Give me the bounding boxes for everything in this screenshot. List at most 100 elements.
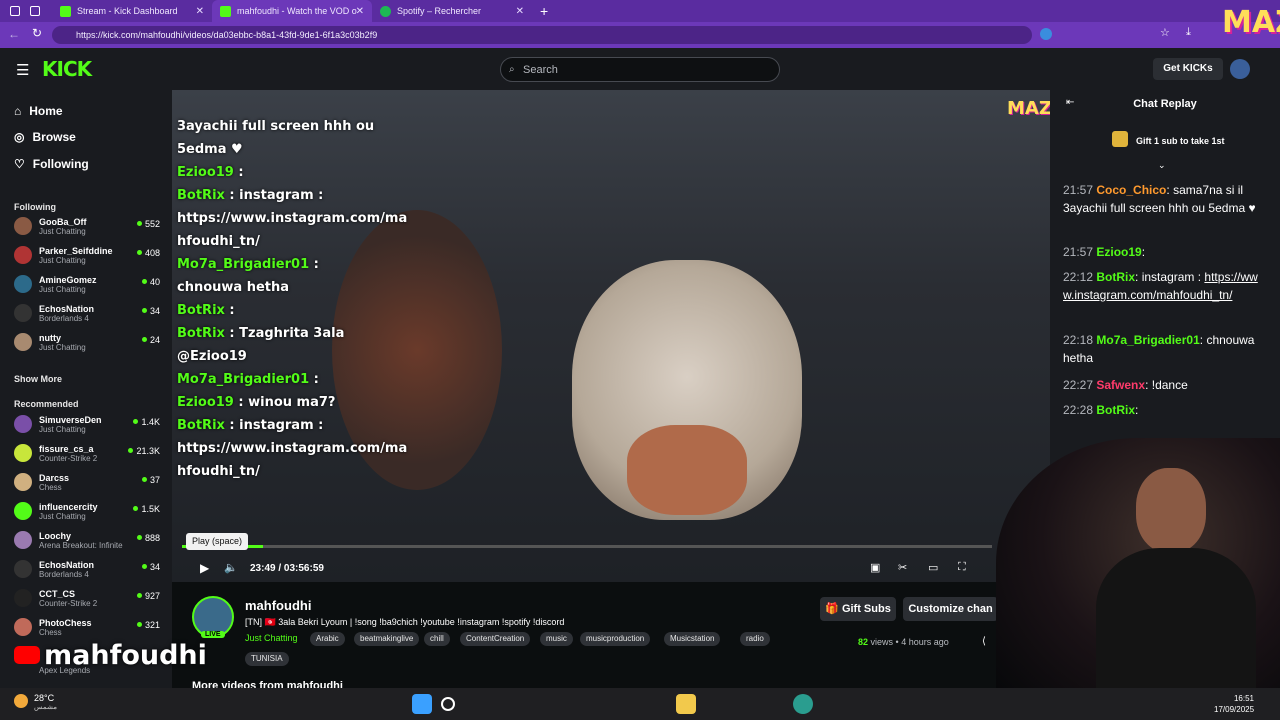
get-kicks-button[interactable]: Get KICKs <box>1153 58 1223 80</box>
close-tab-icon[interactable]: ✕ <box>356 6 364 17</box>
nav-home[interactable]: ⌂ Home <box>14 100 164 122</box>
category-link[interactable]: Just Chatting <box>245 633 298 643</box>
channel-name: PhotoChess <box>39 617 92 628</box>
user-avatar[interactable] <box>1230 59 1250 79</box>
channel-row[interactable]: EchosNation Borderlands 4 34 <box>14 555 164 583</box>
channel-row[interactable]: nutty Just Chatting 24 <box>14 328 164 356</box>
miniplayer-icon[interactable]: ▣ <box>870 561 880 574</box>
tab-list-icon[interactable] <box>30 6 40 16</box>
share-icon[interactable]: ⟨ <box>982 636 986 647</box>
overlay-chat-user: Ezioo19 <box>177 165 234 180</box>
edge-icon[interactable] <box>793 694 813 714</box>
tag-chip[interactable]: chill <box>424 632 450 646</box>
channel-row[interactable]: PhotoChess Chess 321 <box>14 613 164 641</box>
theater-icon[interactable]: ▭ <box>928 561 938 574</box>
views-info: 82 views • 4 hours ago <box>858 637 949 647</box>
overlay-chat-text: : <box>233 165 244 180</box>
channel-row[interactable]: GooBa_Off Just Chatting 552 <box>14 212 164 240</box>
channel-row[interactable]: AmineGomez Just Chatting 40 <box>14 270 164 298</box>
overlay-chat-user: Mo7a_Brigadier01 <box>177 372 310 387</box>
nav-following[interactable]: ♡ Following <box>14 153 164 175</box>
tag-chip[interactable]: Arabic <box>310 632 345 646</box>
kick-logo[interactable]: KICK <box>42 57 92 81</box>
channel-row[interactable]: fissure_cs_a Counter-Strike 2 21.3K <box>14 439 164 467</box>
heart-icon: ♡ <box>14 157 25 171</box>
overlay-chat-text: : instagram : <box>224 418 324 433</box>
message-time: 22:27 <box>1063 378 1094 392</box>
search-taskbar-icon[interactable] <box>441 697 455 711</box>
scroll-down-icon[interactable]: ⌄ <box>1158 160 1166 171</box>
overlay-chat-user: Ezioo19 <box>177 395 234 410</box>
url-field[interactable]: https://kick.com/mahfoudhi/videos/da03eb… <box>52 26 1032 44</box>
overlay-chat-text: https://www.instagram.com/ma <box>177 211 408 226</box>
clock[interactable]: 16:51 17/09/2025 <box>1214 693 1254 715</box>
channel-avatar <box>14 502 32 520</box>
reload-icon[interactable]: ↻ <box>32 26 42 40</box>
tag-chip[interactable]: radio <box>740 632 770 646</box>
channel-avatar <box>14 618 32 636</box>
weather-widget[interactable]: 28°C مشمس <box>34 693 57 711</box>
tag-chip[interactable]: Musicstation <box>664 632 721 646</box>
volume-icon[interactable]: 🔈 <box>224 561 238 574</box>
viewer-count: 888 <box>137 533 160 543</box>
message-user[interactable]: Safwenx <box>1096 378 1145 392</box>
message-user[interactable]: Ezioo19 <box>1096 245 1141 259</box>
tab-vod[interactable]: mahfoudhi - Watch the VOD on Kick✕ <box>212 0 372 22</box>
fullscreen-icon[interactable]: ⛶ <box>958 561 966 574</box>
gift-subs-button[interactable]: 🎁 Gift Subs <box>820 597 896 621</box>
channel-row[interactable]: EchosNation Borderlands 4 34 <box>14 299 164 327</box>
channel-row[interactable]: Darcss Chess 37 <box>14 468 164 496</box>
tab-spotify[interactable]: Spotify – Rechercher ✕ <box>372 0 532 22</box>
back-icon[interactable]: ← <box>8 27 20 41</box>
channel-row[interactable]: CCT_CS Counter-Strike 2 927 <box>14 584 164 612</box>
progress-bar[interactable] <box>182 545 992 548</box>
channel-row[interactable]: Parker_Seifddine Just Chatting 408 <box>14 241 164 269</box>
extensions-icon[interactable] <box>1040 28 1052 40</box>
overlay-chat-line: hfoudhi_tn/ <box>177 461 397 483</box>
gift-banner[interactable]: Gift 1 sub to take 1st <box>1136 136 1225 146</box>
channel-row[interactable]: influencercity Just Chatting 1.5K <box>14 497 164 525</box>
overlay-chat-user: BotRix <box>177 418 225 433</box>
tag-chip[interactable]: ContentCreation <box>460 632 531 646</box>
search-input[interactable]: ⌕ Search <box>500 57 780 82</box>
tab-actions[interactable] <box>0 0 52 22</box>
channel-info: AmineGomez Just Chatting <box>39 275 97 294</box>
message-user[interactable]: BotRix <box>1096 270 1135 284</box>
tag-chip[interactable]: musicproduction <box>580 632 651 646</box>
start-icon[interactable] <box>412 694 432 714</box>
close-tab-icon[interactable]: ✕ <box>196 6 204 17</box>
channel-game: Arena Breakout: Infinite <box>39 540 123 550</box>
viewer-count: 34 <box>142 562 160 572</box>
favorites-icon[interactable]: ☆ <box>1160 26 1170 39</box>
message-user[interactable]: Coco_Chico <box>1096 183 1166 197</box>
downloads-icon[interactable]: ⤓ <box>1186 26 1191 39</box>
clock-time: 16:51 <box>1233 694 1254 703</box>
tag-chip[interactable]: beatmakinglive <box>354 632 420 646</box>
channel-avatar <box>14 333 32 351</box>
menu-icon[interactable]: ☰ <box>16 61 29 79</box>
channel-name: GooBa_Off <box>39 216 87 227</box>
compass-icon: ◎ <box>14 130 25 144</box>
chat-message: 22:12 BotRix: instagram : https://www.in… <box>1063 270 1258 302</box>
channel-row[interactable]: SimuverseDen Just Chatting 1.4K <box>14 410 164 438</box>
play-icon[interactable]: ▶ <box>200 561 209 575</box>
show-more-link[interactable]: Show More <box>14 374 62 384</box>
viewer-count: 21.3K <box>128 446 160 456</box>
tag-chip[interactable]: TUNISIA <box>245 652 289 666</box>
channel-row[interactable]: Loochy Arena Breakout: Infinite 888 <box>14 526 164 554</box>
search-icon: ⌕ <box>509 64 515 75</box>
tab-kick-dashboard[interactable]: Stream - Kick Dashboard ✕ <box>52 0 212 22</box>
message-user[interactable]: BotRix <box>1096 403 1135 417</box>
channel-avatar <box>14 275 32 293</box>
channel-game: Just Chatting <box>39 424 86 434</box>
customize-button[interactable]: Customize chan <box>903 597 998 621</box>
message-user[interactable]: Mo7a_Brigadier01 <box>1096 333 1199 347</box>
new-tab-icon[interactable]: + <box>540 3 548 19</box>
clip-icon[interactable]: ✂ <box>898 561 907 574</box>
workspaces-icon[interactable] <box>10 6 20 16</box>
explorer-icon[interactable] <box>676 694 696 714</box>
nav-browse[interactable]: ◎ Browse <box>14 126 164 148</box>
close-tab-icon[interactable]: ✕ <box>516 6 524 17</box>
tag-chip[interactable]: music <box>540 632 573 646</box>
streamer-name[interactable]: mahfoudhi <box>245 598 311 613</box>
